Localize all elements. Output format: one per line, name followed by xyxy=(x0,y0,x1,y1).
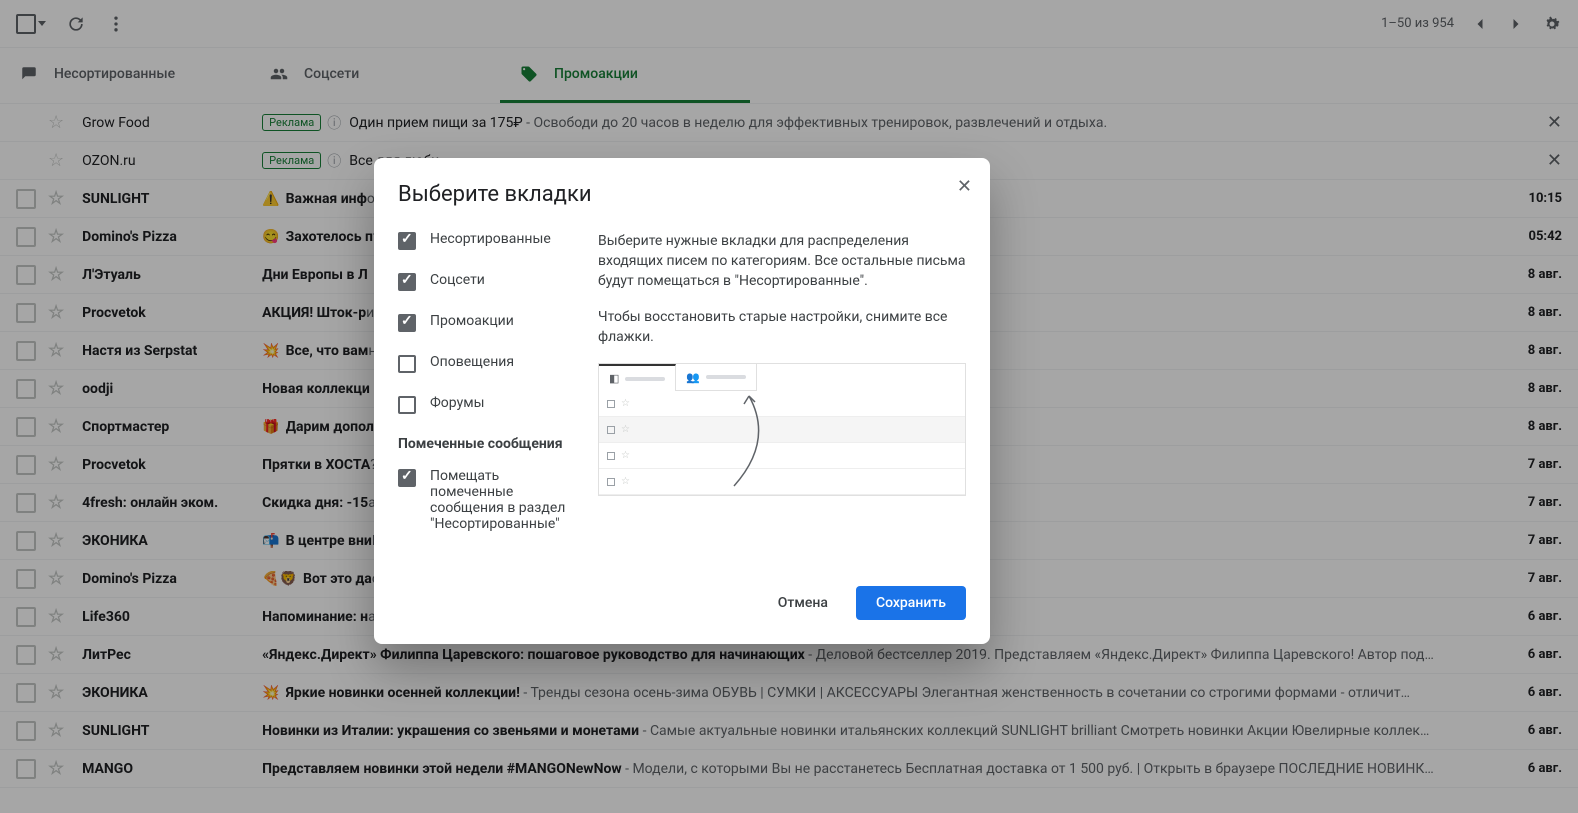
dialog-description-1: Выберите нужные вкладки для распределени… xyxy=(598,231,966,291)
checkbox-label: Оповещения xyxy=(430,354,514,370)
tab-checkbox-row[interactable]: Оповещения xyxy=(398,354,574,373)
checkbox-label: Промоакции xyxy=(430,313,514,329)
dialog-title: Выберите вкладки xyxy=(398,182,966,207)
tab-checkbox-row[interactable]: Промоакции xyxy=(398,313,574,332)
tabs-settings-dialog: ✕ Выберите вкладки Несортированные Соцсет… xyxy=(374,158,990,644)
tabs-diagram: ◧ 👥 ☆ ☆ ☆ ☆ xyxy=(598,363,966,496)
tab-checkbox-row[interactable]: Несортированные xyxy=(398,231,574,250)
checkbox[interactable] xyxy=(398,273,416,291)
dialog-description-2: Чтобы восстановить старые настройки, сни… xyxy=(598,307,966,347)
cancel-button[interactable]: Отмена xyxy=(758,586,848,620)
checkbox-label: Форумы xyxy=(430,395,484,411)
checkbox-label: Соцсети xyxy=(430,272,485,288)
checkbox[interactable] xyxy=(398,232,416,250)
checkbox[interactable] xyxy=(398,355,416,373)
close-icon[interactable]: ✕ xyxy=(957,176,972,197)
checkbox-label: Помещать помеченные сообщения в раздел "… xyxy=(430,468,574,532)
checkbox[interactable] xyxy=(398,314,416,332)
starred-checkbox-row[interactable]: Помещать помеченные сообщения в раздел "… xyxy=(398,468,574,532)
tab-checkbox-row[interactable]: Соцсети xyxy=(398,272,574,291)
section-title: Помеченные сообщения xyxy=(398,436,574,452)
checkbox[interactable] xyxy=(398,469,416,487)
tab-checkbox-row[interactable]: Форумы xyxy=(398,395,574,414)
checkbox[interactable] xyxy=(398,396,416,414)
checkbox-label: Несортированные xyxy=(430,231,551,247)
save-button[interactable]: Сохранить xyxy=(856,586,966,620)
